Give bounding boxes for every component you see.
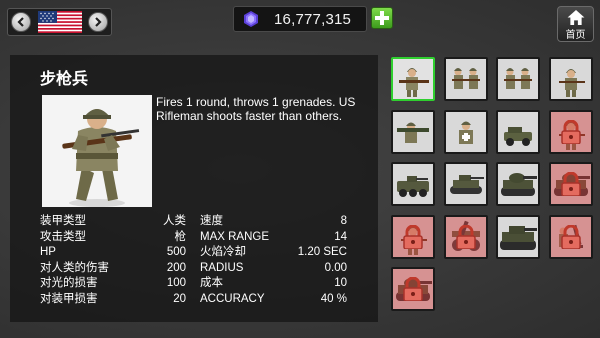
stat-row: 成本 10 [200,276,347,292]
stat-row: HP 500 [40,245,186,261]
currency-display: 16,777,315 [233,6,367,32]
unit-slot-medic[interactable] [443,109,488,154]
usa-flag-icon [37,11,82,33]
lock-overlay [393,216,433,257]
stat-label: 装甲类型 [40,215,86,227]
heavy-tank-icon [498,216,538,257]
lock-overlay [393,269,433,309]
unit-slot-bazooka[interactable] [391,109,435,154]
lock-icon [455,224,476,249]
stat-row: 对光的损害 100 [40,276,186,292]
stat-label: ACCURACY [200,292,265,305]
stat-row: 对人类的伤害 200 [40,261,186,277]
gem-icon [244,11,258,27]
unit-slot-soldier-locked[interactable] [391,214,435,259]
stat-value: 人类 [163,215,186,227]
lock-overlay [550,164,591,204]
lock-icon [560,119,581,144]
unit-slot-tank[interactable] [496,162,540,206]
unit-title: 步枪兵 [40,71,89,88]
stat-label: MAX RANGE [200,230,270,243]
armored-car-icon [393,164,433,204]
unit-slot-armored-car[interactable] [391,162,435,206]
lock-icon [560,224,581,249]
next-nation-button[interactable] [88,12,108,32]
unit-slot-tank-locked[interactable] [391,267,435,311]
unit-slot-soldier[interactable] [548,57,593,101]
stat-row: ACCURACY 40 % [200,292,347,308]
stat-value: 0.00 [324,261,347,274]
stat-value: 500 [166,246,186,259]
unit-slot-light-tank[interactable] [443,162,488,206]
stat-row: 攻击类型 枪 [40,230,186,246]
soldier-icon [550,59,591,99]
stat-label: 火焰冷却 [200,246,246,259]
stat-row: RADIUS 0.00 [200,261,347,277]
unit-description: Fires 1 round, throws 1 grenades. US Rif… [156,95,356,123]
unit-detail-panel: 步枪兵 Fires 1 round, throws 1 grenades. US… [10,55,378,322]
stat-label: HP [40,246,56,259]
prev-nation-button[interactable] [11,12,31,32]
stat-label: 对装甲损害 [40,292,98,305]
chevron-left-icon [17,17,24,27]
lock-overlay [445,216,486,257]
stat-value: 14 [334,230,347,243]
stat-row: 速度 8 [200,214,347,230]
light-tank-icon [445,164,486,204]
rifleman-portrait-icon [42,95,152,207]
stats-left: 装甲类型 人类 攻击类型 枪 HP 500 对人类的伤害 200 对光的损害 100 对装… [40,214,186,308]
tank-icon [498,164,538,204]
stat-row: 装甲类型 人类 [40,214,186,230]
lock-icon [403,277,423,301]
medic-icon [445,111,486,152]
squad-icon [445,59,486,99]
stats-right: 速度 8 MAX RANGE 14 火焰冷却 1.20 SEC RADIUS 0.00 … [200,214,347,308]
stat-row: 火焰冷却 1.20 SEC [200,245,347,261]
unit-slot-tank-locked[interactable] [548,162,593,206]
stat-row: 对装甲损害 20 [40,292,186,308]
home-label: 首页 [565,30,586,41]
unit-slot-jeep[interactable] [496,109,540,154]
unit-slot-rifleman[interactable] [391,57,435,101]
nation-selector [7,8,112,36]
stat-value: 20 [173,292,186,305]
stat-value: 100 [166,277,186,290]
unit-slot-heavy-tank[interactable] [496,214,540,259]
stat-value: 8 [340,215,347,227]
unit-slot-mortar-locked[interactable] [548,214,593,259]
unit-slot-squad[interactable] [443,57,488,101]
stat-value: 200 [166,261,186,274]
stat-row: MAX RANGE 14 [200,230,347,246]
lock-icon [403,224,423,249]
stat-label: 速度 [200,215,223,227]
unit-portrait [42,95,152,207]
currency-value: 16,777,315 [274,10,352,28]
jeep-icon [498,111,538,152]
add-currency-button[interactable] [371,7,393,29]
plus-icon [375,11,389,25]
chevron-right-icon [95,17,102,27]
home-button[interactable]: 首页 [557,6,594,42]
unit-slot-squad[interactable] [496,57,540,101]
lock-icon [560,172,581,196]
unit-slot-artillery-locked[interactable] [443,214,488,259]
unit-slot-soldier-locked[interactable] [548,109,593,154]
stat-value: 1.20 SEC [297,246,347,259]
home-icon [567,10,584,25]
stat-label: 攻击类型 [40,230,86,243]
bazooka-icon [393,111,433,152]
lock-overlay [550,111,591,152]
squad-icon [498,59,538,99]
stat-value: 枪 [174,230,187,243]
stat-label: RADIUS [200,261,244,274]
stat-label: 成本 [200,277,223,290]
stat-value: 10 [334,277,347,290]
lock-overlay [550,216,591,257]
rifleman-icon [393,59,433,99]
stat-label: 对光的损害 [40,277,98,290]
stat-label: 对人类的伤害 [40,261,109,274]
stat-value: 40 % [320,292,347,305]
